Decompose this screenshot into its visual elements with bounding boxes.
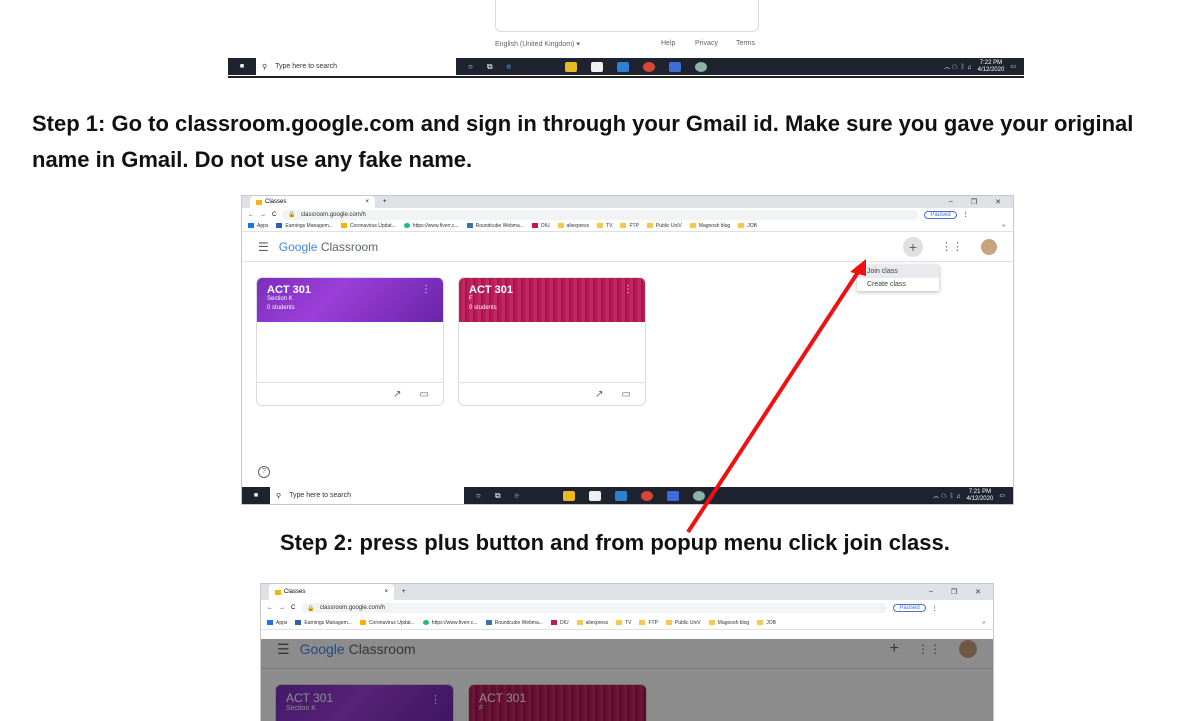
arrow-annotation [686,259,866,534]
